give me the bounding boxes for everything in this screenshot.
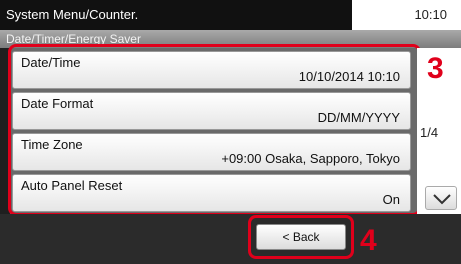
item-value: 10/10/2014 10:10: [298, 69, 400, 84]
clock: 10:10: [414, 7, 447, 22]
breadcrumb: Date/Timer/Energy Saver: [0, 30, 461, 48]
callout-3: 3: [427, 52, 444, 85]
item-label: Date/Time: [21, 55, 81, 70]
list-item-auto-panel-reset[interactable]: Auto Panel Reset On: [12, 174, 411, 212]
back-button[interactable]: < Back: [256, 224, 346, 250]
item-value: On: [382, 192, 400, 207]
page-title: System Menu/Counter.: [0, 0, 352, 30]
list-item-date-format[interactable]: Date Format DD/MM/YYYY: [12, 92, 411, 130]
title-bar: System Menu/Counter. 10:10: [0, 0, 461, 30]
item-label: Auto Panel Reset: [21, 178, 123, 193]
item-value: DD/MM/YYYY: [317, 110, 400, 125]
scroll-down-button[interactable]: [425, 186, 457, 210]
callout-4: 4: [360, 224, 377, 257]
bottom-bar: [0, 214, 461, 264]
item-label: Date Format: [21, 96, 94, 111]
item-label: Time Zone: [21, 137, 83, 152]
list-item-date-time[interactable]: Date/Time 10/10/2014 10:10: [12, 51, 411, 89]
panel-screen: System Menu/Counter. 10:10 Date/Timer/En…: [0, 0, 461, 264]
list-item-time-zone[interactable]: Time Zone +09:00 Osaka, Sapporo, Tokyo: [12, 133, 411, 171]
item-value: +09:00 Osaka, Sapporo, Tokyo: [221, 151, 400, 166]
chevron-down-icon: [433, 194, 451, 205]
page-indicator: 1/4: [420, 125, 439, 140]
